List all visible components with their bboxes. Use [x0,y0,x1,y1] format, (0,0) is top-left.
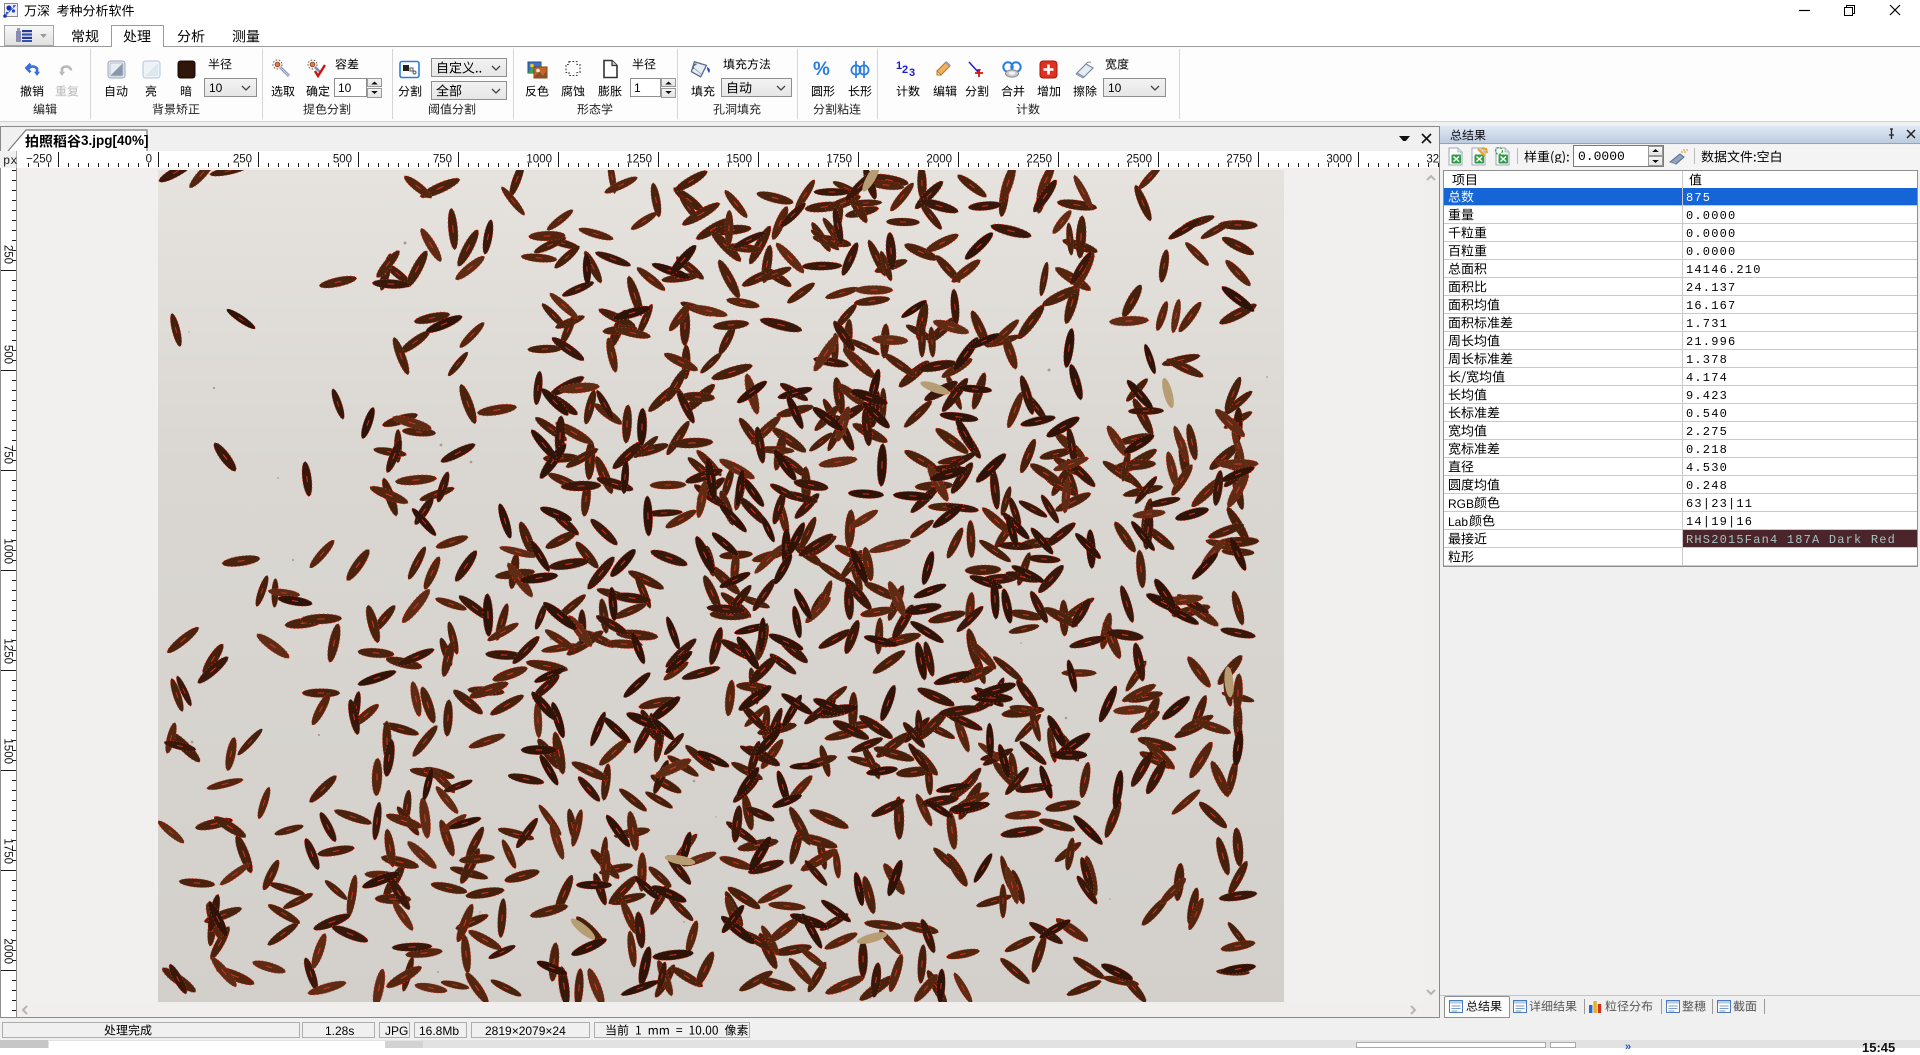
svg-text:−250: −250 [26,154,52,166]
svg-text:3000: 3000 [1326,154,1352,166]
svg-text:3: 3 [909,67,915,79]
svg-text:1500: 1500 [726,154,752,166]
svg-text:2500: 2500 [1126,154,1152,166]
svg-text:2000: 2000 [926,154,952,166]
svg-text:1750: 1750 [826,154,852,166]
svg-text:1500: 1500 [2,738,14,764]
svg-text:%: % [813,59,830,79]
svg-text:1750: 1750 [2,838,14,864]
svg-text:px: px [3,154,17,168]
svg-text:3250: 3250 [1426,154,1439,166]
svg-text:750: 750 [433,154,452,166]
svg-text:500: 500 [333,154,352,166]
svg-text:750: 750 [2,445,14,464]
svg-text:500: 500 [2,345,14,364]
svg-text:0: 0 [146,154,152,166]
svg-text:2250: 2250 [1026,154,1052,166]
svg-text:250: 250 [233,154,252,166]
svg-text:1250: 1250 [626,154,652,166]
svg-text:1000: 1000 [526,154,552,166]
svg-text:1250: 1250 [2,638,14,664]
svg-text:2: 2 [902,64,908,76]
svg-text:2750: 2750 [1226,154,1252,166]
svg-text:1000: 1000 [2,538,14,564]
svg-text:2000: 2000 [2,938,14,964]
svg-text:250: 250 [2,245,14,264]
